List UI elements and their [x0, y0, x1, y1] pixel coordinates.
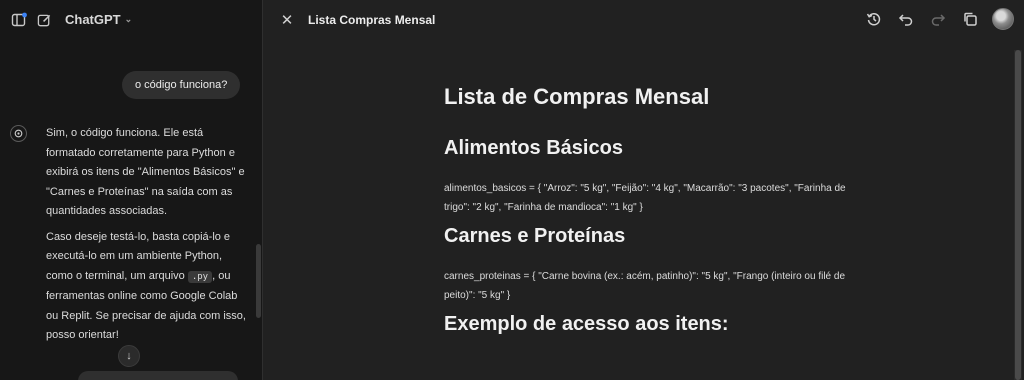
message-input[interactable]	[78, 371, 238, 380]
chat-panel: ChatGPT ⌄ o código funciona? Sim, o códi…	[0, 0, 263, 380]
canvas-scrollbar[interactable]	[1015, 50, 1021, 380]
copy-icon[interactable]	[960, 8, 980, 30]
model-label: ChatGPT	[65, 12, 121, 27]
canvas-title: Lista Compras Mensal	[308, 13, 436, 27]
assistant-avatar-icon	[10, 125, 27, 142]
doc-paragraph: alimentos_basicos = { "Arroz": "5 kg", "…	[444, 183, 846, 213]
new-chat-icon[interactable]	[35, 11, 53, 29]
redo-icon[interactable]	[928, 8, 948, 30]
assistant-paragraph-2: Caso deseje testá-lo, basta copiá-lo e e…	[46, 228, 246, 346]
canvas-panel: ✕ Lista Compras Mensal Lista de Compras …	[264, 0, 1024, 380]
history-icon[interactable]	[864, 8, 884, 30]
scroll-down-button[interactable]: ↓	[118, 345, 140, 367]
assistant-message: Sim, o código funciona. Ele está formata…	[46, 124, 246, 346]
chat-topbar: ChatGPT ⌄	[0, 0, 263, 40]
chat-scrollbar[interactable]	[256, 244, 261, 318]
doc-heading: Exemplo de acesso aos itens:	[444, 313, 729, 335]
doc-paragraph: carnes_proteinas = { "Carne bovina (ex.:…	[444, 271, 846, 301]
canvas-actions	[864, 8, 1014, 30]
undo-icon[interactable]	[896, 8, 916, 30]
close-icon[interactable]: ✕	[278, 11, 296, 29]
model-selector[interactable]: ChatGPT ⌄	[65, 12, 132, 27]
canvas-document[interactable]: Lista de Compras Mensal Alimentos Básico…	[444, 80, 864, 339]
doc-title: Lista de Compras Mensal	[444, 84, 710, 109]
chevron-down-icon: ⌄	[124, 14, 133, 24]
avatar[interactable]	[992, 8, 1014, 30]
inline-code: .py	[187, 270, 213, 283]
assistant-paragraph: Sim, o código funciona. Ele está formata…	[46, 127, 245, 217]
doc-heading: Carnes e Proteínas	[444, 225, 626, 247]
doc-heading: Alimentos Básicos	[444, 137, 623, 159]
canvas-header: ✕ Lista Compras Mensal	[264, 0, 1024, 42]
sidebar-toggle-icon[interactable]	[10, 11, 28, 29]
user-message: o código funciona?	[122, 71, 241, 99]
